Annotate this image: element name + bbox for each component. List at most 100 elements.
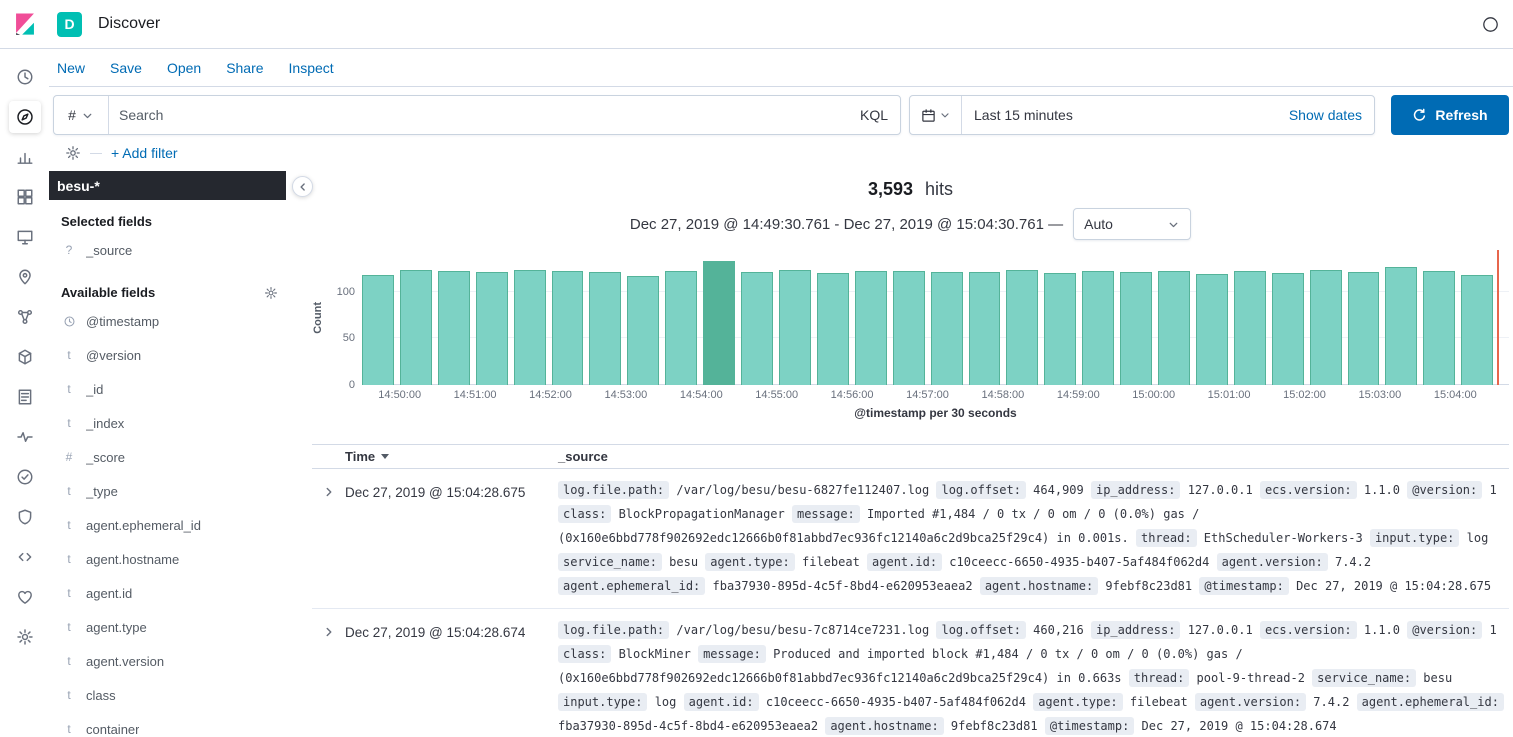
- histogram-bar[interactable]: [893, 271, 925, 385]
- infrastructure-icon[interactable]: [9, 341, 41, 373]
- logs-icon[interactable]: [9, 381, 41, 413]
- machine-learning-icon[interactable]: [9, 301, 41, 333]
- histogram-bar[interactable]: [1044, 273, 1076, 385]
- maps-icon[interactable]: [9, 261, 41, 293]
- time-range-value[interactable]: Last 15 minutes: [962, 107, 1277, 123]
- siem-icon[interactable]: [9, 501, 41, 533]
- field-type-badge: t: [61, 348, 77, 362]
- histogram-bar[interactable]: [665, 271, 697, 385]
- field-settings-gear-icon[interactable]: [264, 286, 278, 300]
- menu-item-share[interactable]: Share: [226, 60, 263, 76]
- field-type-badge: t: [61, 586, 77, 600]
- dashboard-icon[interactable]: [9, 181, 41, 213]
- discover-icon[interactable]: [9, 101, 41, 133]
- histogram-bar[interactable]: [514, 270, 546, 385]
- show-dates-link[interactable]: Show dates: [1277, 107, 1374, 123]
- histogram-bar[interactable]: [1234, 271, 1266, 385]
- apm-icon[interactable]: [9, 421, 41, 453]
- histogram-bar[interactable]: [779, 270, 811, 385]
- histogram-bar[interactable]: [362, 275, 394, 385]
- histogram-bar[interactable]: [1196, 274, 1228, 385]
- field-name-badge: ecs.version:: [1260, 481, 1357, 499]
- x-tick-label: 14:53:00: [604, 389, 647, 401]
- field-item-_type[interactable]: t_type: [61, 474, 278, 508]
- menu-item-save[interactable]: Save: [110, 60, 142, 76]
- histogram-bar[interactable]: [1082, 271, 1114, 385]
- histogram-bar[interactable]: [931, 272, 963, 385]
- refresh-icon: [1412, 108, 1427, 123]
- menu-item-open[interactable]: Open: [167, 60, 201, 76]
- histogram-bar[interactable]: [1423, 271, 1455, 385]
- field-item-agent.type[interactable]: tagent.type: [61, 610, 278, 644]
- field-item-_score[interactable]: #_score: [61, 440, 278, 474]
- recently-viewed-icon[interactable]: [9, 61, 41, 93]
- expand-row-icon[interactable]: [312, 615, 345, 639]
- field-name: @timestamp: [86, 314, 159, 329]
- app-badge: D: [57, 12, 82, 37]
- field-name: container: [86, 722, 139, 737]
- histogram-bar[interactable]: [741, 272, 773, 385]
- histogram-bar[interactable]: [438, 271, 470, 385]
- histogram-bar[interactable]: [627, 276, 659, 385]
- uptime-icon[interactable]: [9, 461, 41, 493]
- add-filter-link[interactable]: + Add filter: [111, 145, 178, 161]
- search-input[interactable]: [109, 96, 848, 134]
- histogram-bar[interactable]: [552, 271, 584, 385]
- canvas-icon[interactable]: [9, 221, 41, 253]
- help-icon[interactable]: [1482, 16, 1499, 33]
- histogram-bar[interactable]: [1006, 270, 1038, 385]
- available-fields-list: @timestamp t@versiont_idt_index#_scoret_t…: [61, 304, 278, 737]
- histogram-bar[interactable]: [1461, 275, 1493, 385]
- histogram-bar[interactable]: [1385, 267, 1417, 385]
- histogram-bar[interactable]: [817, 273, 849, 385]
- x-tick-label: 15:04:00: [1434, 389, 1477, 401]
- table-row: Dec 27, 2019 @ 15:04:28.675log.file.path…: [312, 469, 1509, 609]
- field-item-_source[interactable]: ?_source: [61, 233, 278, 267]
- stack-monitoring-icon[interactable]: [9, 581, 41, 613]
- collapse-sidebar-button[interactable]: [292, 176, 313, 197]
- time-range-text: Dec 27, 2019 @ 14:49:30.761 - Dec 27, 20…: [630, 216, 1063, 233]
- interval-select[interactable]: Auto: [1073, 208, 1191, 240]
- histogram-bar[interactable]: [1120, 272, 1152, 385]
- field-name-badge: agent.type:: [705, 553, 794, 571]
- field-item-agent.ephemeral_id[interactable]: tagent.ephemeral_id: [61, 508, 278, 542]
- expand-row-icon[interactable]: [312, 475, 345, 499]
- saved-query-dropdown[interactable]: #: [54, 96, 109, 134]
- histogram-bar[interactable]: [1310, 270, 1342, 385]
- field-item-class[interactable]: tclass: [61, 678, 278, 712]
- dev-tools-icon[interactable]: [9, 541, 41, 573]
- histogram-bar[interactable]: [969, 272, 1001, 385]
- kibana-logo[interactable]: [0, 0, 49, 48]
- menu-item-inspect[interactable]: Inspect: [289, 60, 334, 76]
- calendar-icon: [921, 108, 936, 123]
- field-item-@version[interactable]: t@version: [61, 338, 278, 372]
- time-column-header[interactable]: Time: [345, 449, 558, 464]
- field-name-badge: agent.hostname:: [980, 577, 1098, 595]
- field-item-@timestamp[interactable]: @timestamp: [61, 304, 278, 338]
- histogram-bar[interactable]: [1158, 271, 1190, 385]
- field-item-_index[interactable]: t_index: [61, 406, 278, 440]
- field-item-_id[interactable]: t_id: [61, 372, 278, 406]
- field-item-container[interactable]: tcontainer: [61, 712, 278, 737]
- histogram-bar[interactable]: [476, 272, 508, 385]
- field-name-badge: ip_address:: [1091, 621, 1180, 639]
- menu-item-new[interactable]: New: [57, 60, 85, 76]
- histogram-bar[interactable]: [703, 261, 735, 385]
- histogram-bar[interactable]: [1272, 273, 1304, 385]
- field-item-agent.id[interactable]: tagent.id: [61, 576, 278, 610]
- calendar-dropdown-button[interactable]: [910, 96, 962, 134]
- y-tick-label: 50: [343, 332, 355, 344]
- histogram-bar[interactable]: [855, 271, 887, 385]
- index-pattern-selector[interactable]: besu-*: [49, 171, 286, 200]
- field-item-agent.hostname[interactable]: tagent.hostname: [61, 542, 278, 576]
- management-icon[interactable]: [9, 621, 41, 653]
- field-item-agent.version[interactable]: tagent.version: [61, 644, 278, 678]
- filter-options-gear-icon[interactable]: [65, 145, 81, 161]
- histogram-bar[interactable]: [589, 272, 621, 385]
- refresh-button[interactable]: Refresh: [1391, 95, 1509, 135]
- field-type-badge: t: [61, 688, 77, 702]
- histogram-bar[interactable]: [400, 270, 432, 385]
- histogram-bar[interactable]: [1348, 272, 1380, 385]
- kql-language-selector[interactable]: KQL: [848, 107, 900, 123]
- visualize-icon[interactable]: [9, 141, 41, 173]
